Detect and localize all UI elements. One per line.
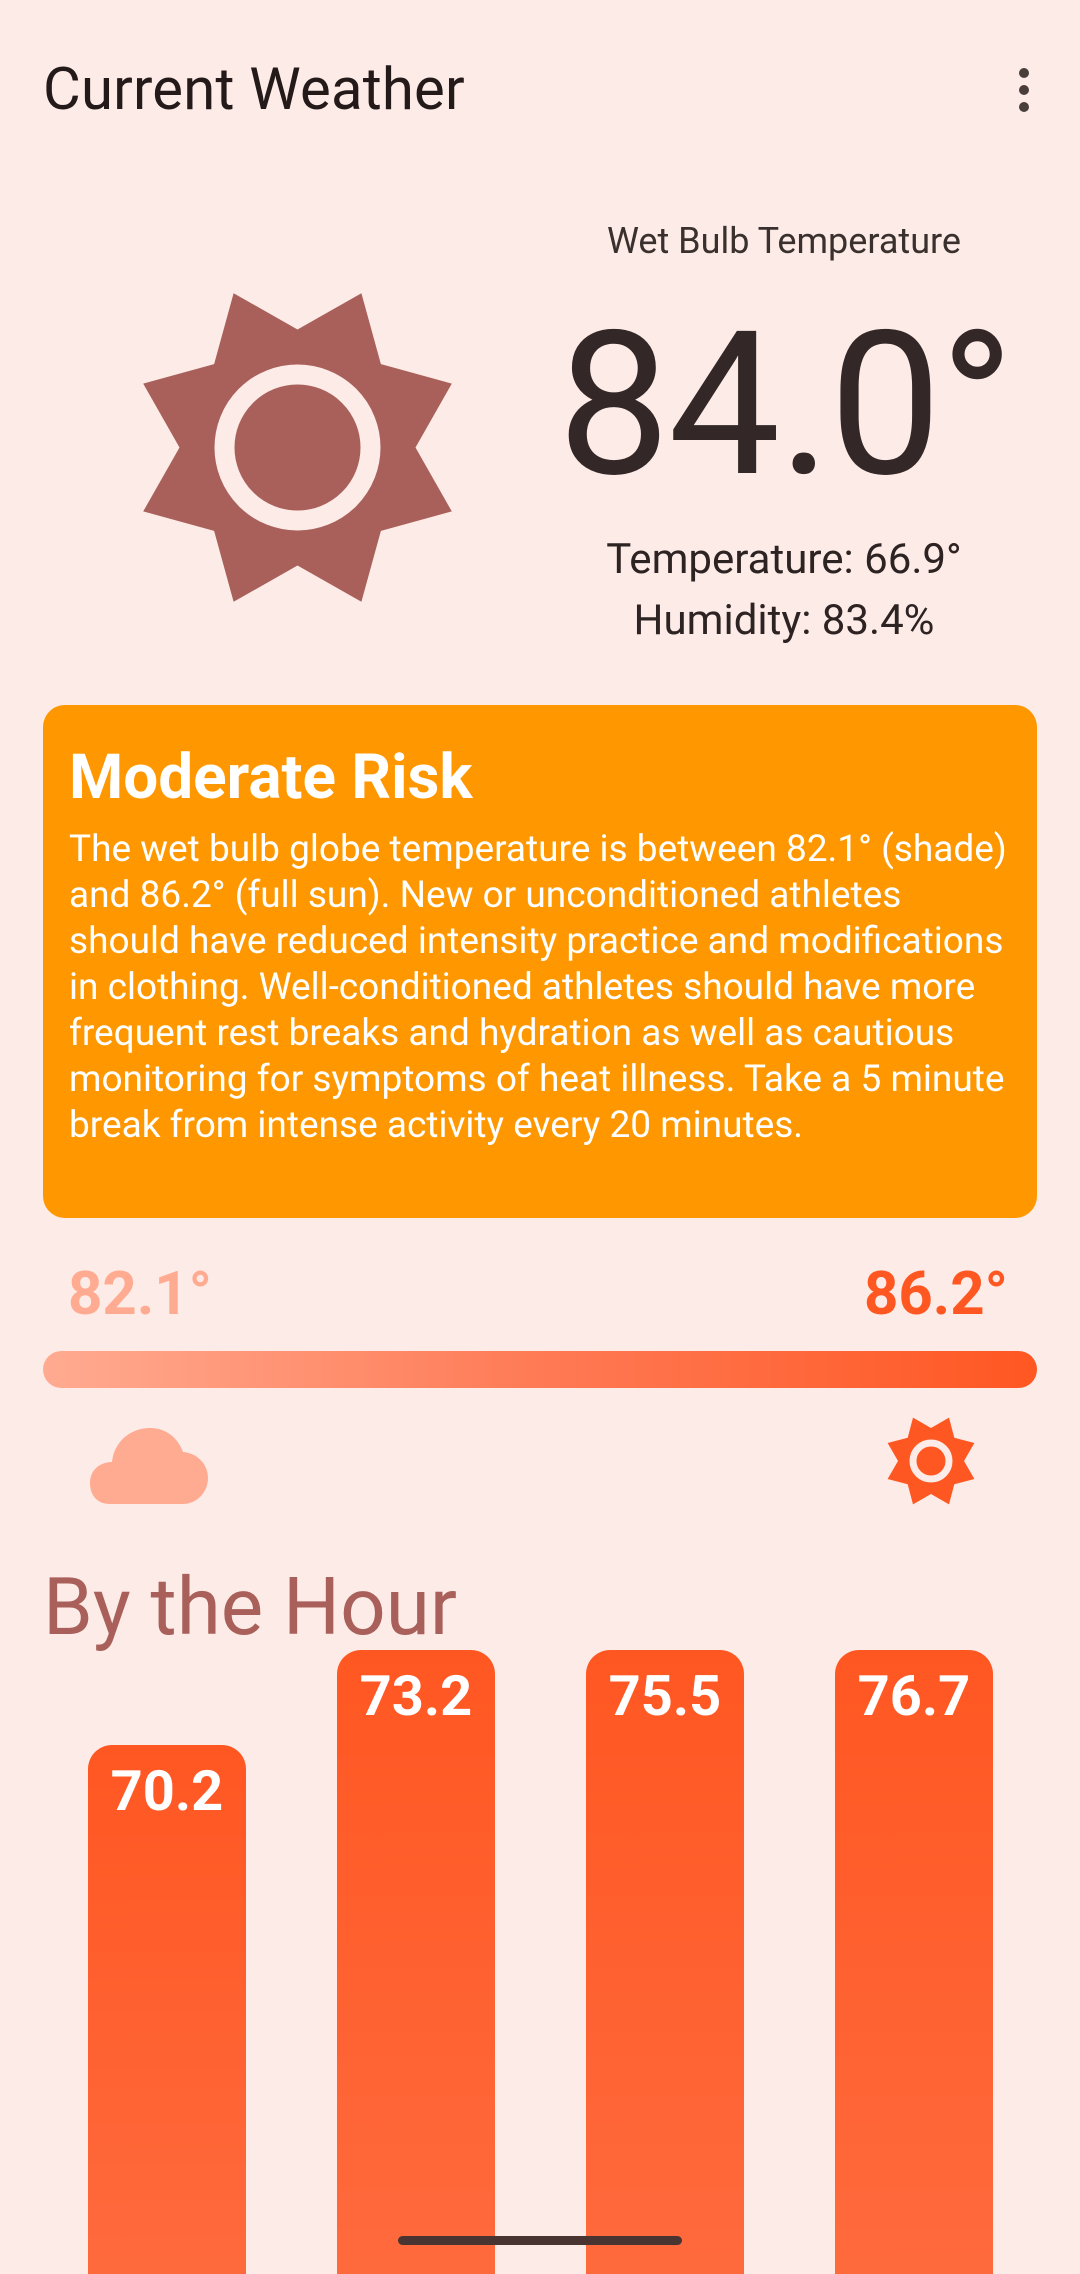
wet-bulb-value: 84.0° — [557, 287, 1015, 522]
range-gradient-bar — [43, 1351, 1037, 1388]
top-app-bar: Current Weather — [0, 0, 1080, 180]
cloud-icon — [90, 1428, 208, 1504]
app-screen: Current Weather Wet Bulb Temperature 84.… — [0, 0, 1080, 2274]
hourly-bar-chart: 70.2 73.2 75.5 76.7 — [0, 1650, 1080, 2274]
menu-dot — [1019, 102, 1029, 112]
sun-icon — [143, 293, 452, 602]
sun-icon — [887, 1417, 975, 1505]
hourly-bar: 73.2 — [337, 1650, 495, 2274]
hourly-bar-value-label: 76.7 — [857, 1663, 971, 1729]
humidity-reading: Humidity: 83.4% — [633, 596, 935, 645]
app-title: Current Weather — [43, 56, 465, 124]
hourly-bar-value-label: 75.5 — [608, 1663, 722, 1729]
range-high-value: 86.2° — [863, 1258, 1008, 1329]
temperature-reading: Temperature: 66.9° — [606, 535, 962, 584]
hourly-bar: 70.2 — [88, 1745, 246, 2274]
range-low-value: 82.1° — [68, 1258, 213, 1329]
risk-title: Moderate Risk — [69, 741, 473, 814]
risk-card: Moderate Risk The wet bulb globe tempera… — [43, 705, 1037, 1218]
menu-dot — [1019, 68, 1029, 78]
hourly-bar: 75.5 — [586, 1650, 744, 2274]
menu-dot — [1019, 85, 1029, 95]
wet-bulb-label: Wet Bulb Temperature — [606, 220, 962, 262]
home-indicator[interactable] — [398, 2236, 682, 2245]
hourly-bar-value-label: 70.2 — [110, 1758, 224, 1824]
hourly-section-title: By the Hour — [43, 1560, 457, 1654]
hourly-bar: 76.7 — [835, 1650, 993, 2274]
overflow-menu-icon[interactable] — [1000, 60, 1048, 120]
hourly-bar-value-label: 73.2 — [359, 1663, 473, 1729]
risk-description: The wet bulb globe temperature is betwee… — [69, 828, 1007, 1147]
